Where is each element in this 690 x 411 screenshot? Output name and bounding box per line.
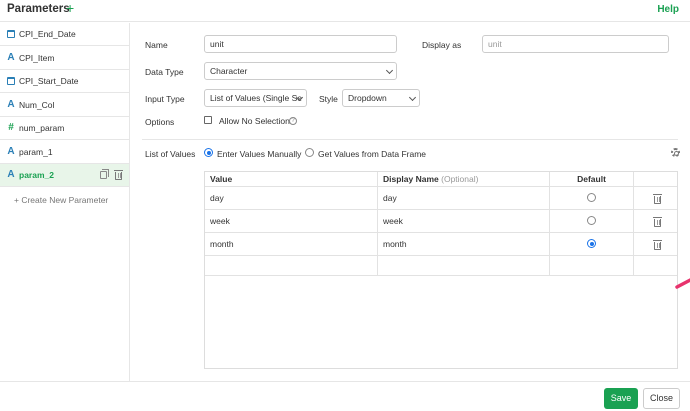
parameter-list-sidebar: CPI_End_Date A CPI_Item CPI_Start_Date A… <box>0 23 130 381</box>
sidebar-item-label: param_1 <box>19 147 53 157</box>
enter-manually-radio[interactable] <box>204 148 213 157</box>
default-column-header: Default <box>550 172 634 186</box>
page-footer: Save Close <box>0 381 690 411</box>
value-cell[interactable]: month <box>205 233 378 255</box>
save-button[interactable]: Save <box>604 388 638 409</box>
get-from-data-frame-radio[interactable] <box>305 148 314 157</box>
gear-icon[interactable] <box>671 148 680 157</box>
list-of-values-label: List of Values <box>145 149 196 159</box>
close-button[interactable]: Close <box>643 388 680 409</box>
sidebar-item-label: param_2 <box>19 170 54 180</box>
trash-icon[interactable] <box>114 170 123 180</box>
display-name-cell[interactable]: month <box>378 233 550 255</box>
create-new-parameter-link[interactable]: + Create New Parameter <box>14 195 108 205</box>
chevron-down-icon <box>408 93 417 102</box>
style-label: Style <box>319 94 338 104</box>
name-label: Name <box>145 40 168 50</box>
sidebar-item-param-1[interactable]: A param_1 <box>0 141 129 164</box>
help-link[interactable]: Help <box>657 4 679 15</box>
default-cell <box>550 210 634 232</box>
value-cell[interactable]: week <box>205 210 378 232</box>
values-table: Value Display Name (Optional) Default da… <box>204 171 678 369</box>
actions-cell <box>634 210 677 232</box>
get-from-data-frame-label: Get Values from Data Frame <box>318 149 427 159</box>
calendar-icon <box>7 30 15 38</box>
sidebar-item-cpi-item[interactable]: A CPI_Item <box>0 47 129 70</box>
default-cell <box>550 187 634 209</box>
default-radio-selected[interactable] <box>587 239 596 248</box>
sidebar-item-label: CPI_Start_Date <box>19 76 79 86</box>
number-type-icon: # <box>8 122 14 133</box>
actions-cell <box>634 187 677 209</box>
options-label: Options <box>145 117 175 127</box>
display-name-column-header: Display Name (Optional) <box>378 172 550 186</box>
plus-icon[interactable]: + <box>66 1 74 15</box>
sidebar-item-num-param[interactable]: # num_param <box>0 117 129 140</box>
sidebar-item-cpi-start-date[interactable]: CPI_Start_Date <box>0 70 129 93</box>
value-header-text: Value <box>210 174 233 184</box>
sidebar-item-label: CPI_End_Date <box>19 29 76 39</box>
display-name-cell[interactable]: week <box>378 210 550 232</box>
parameter-editor: Name Display as Data Type Character Inpu… <box>131 23 690 381</box>
sidebar-item-param-2[interactable]: A param_2 <box>0 164 129 187</box>
optional-hint: (Optional) <box>441 174 479 184</box>
input-type-value: List of Values (Single Se <box>210 93 302 103</box>
sidebar-item-label: Num_Col <box>19 100 55 110</box>
input-type-label: Input Type <box>145 94 185 104</box>
chevron-down-icon <box>385 66 394 75</box>
value-cell-empty[interactable] <box>205 256 378 275</box>
table-row: day day <box>205 187 677 210</box>
actions-column-header <box>634 172 677 186</box>
style-value: Dropdown <box>348 93 387 103</box>
help-icon[interactable]: ? <box>289 117 297 125</box>
display-as-field[interactable] <box>482 35 669 53</box>
calendar-icon <box>7 77 15 85</box>
display-name-header-text: Display Name <box>383 174 439 184</box>
style-select[interactable]: Dropdown <box>342 89 420 107</box>
trash-icon[interactable] <box>653 217 662 227</box>
default-cell <box>550 233 634 255</box>
character-type-icon: A <box>7 52 15 63</box>
character-type-icon: A <box>7 99 15 110</box>
table-row: month month <box>205 233 677 256</box>
table-header-row: Value Display Name (Optional) Default <box>205 172 677 187</box>
enter-manually-label: Enter Values Manually <box>217 149 302 159</box>
character-type-icon: A <box>7 169 15 180</box>
data-type-value: Character <box>210 66 248 76</box>
input-type-select[interactable]: List of Values (Single Se <box>204 89 307 107</box>
value-cell[interactable]: day <box>205 187 378 209</box>
trash-icon[interactable] <box>653 240 662 250</box>
allow-no-selection-checkbox[interactable] <box>204 116 212 124</box>
sidebar-item-label: num_param <box>19 123 65 133</box>
page-header: Parameters + Help <box>0 0 690 22</box>
sidebar-item-cpi-end-date[interactable]: CPI_End_Date <box>0 23 129 46</box>
name-field[interactable] <box>204 35 397 53</box>
default-radio[interactable] <box>587 193 596 202</box>
default-cell-empty <box>550 256 634 275</box>
default-radio[interactable] <box>587 216 596 225</box>
trash-icon[interactable] <box>653 194 662 204</box>
sidebar-item-label: CPI_Item <box>19 53 55 63</box>
character-type-icon: A <box>7 146 15 157</box>
default-header-text: Default <box>577 174 606 184</box>
data-type-select[interactable]: Character <box>204 62 397 80</box>
data-type-label: Data Type <box>145 67 184 77</box>
display-as-label: Display as <box>422 40 462 50</box>
page-title: Parameters <box>7 3 70 15</box>
table-row-empty <box>205 256 677 276</box>
table-row: week week <box>205 210 677 233</box>
display-name-cell-empty[interactable] <box>378 256 550 275</box>
sidebar-item-num-col[interactable]: A Num_Col <box>0 94 129 117</box>
value-column-header: Value <box>205 172 378 186</box>
allow-no-selection-label: Allow No Selection <box>219 116 290 126</box>
actions-cell <box>634 233 677 255</box>
divider <box>142 139 678 140</box>
copy-icon[interactable] <box>100 169 109 179</box>
annotation-arrow-icon <box>675 278 690 289</box>
display-name-cell[interactable]: day <box>378 187 550 209</box>
